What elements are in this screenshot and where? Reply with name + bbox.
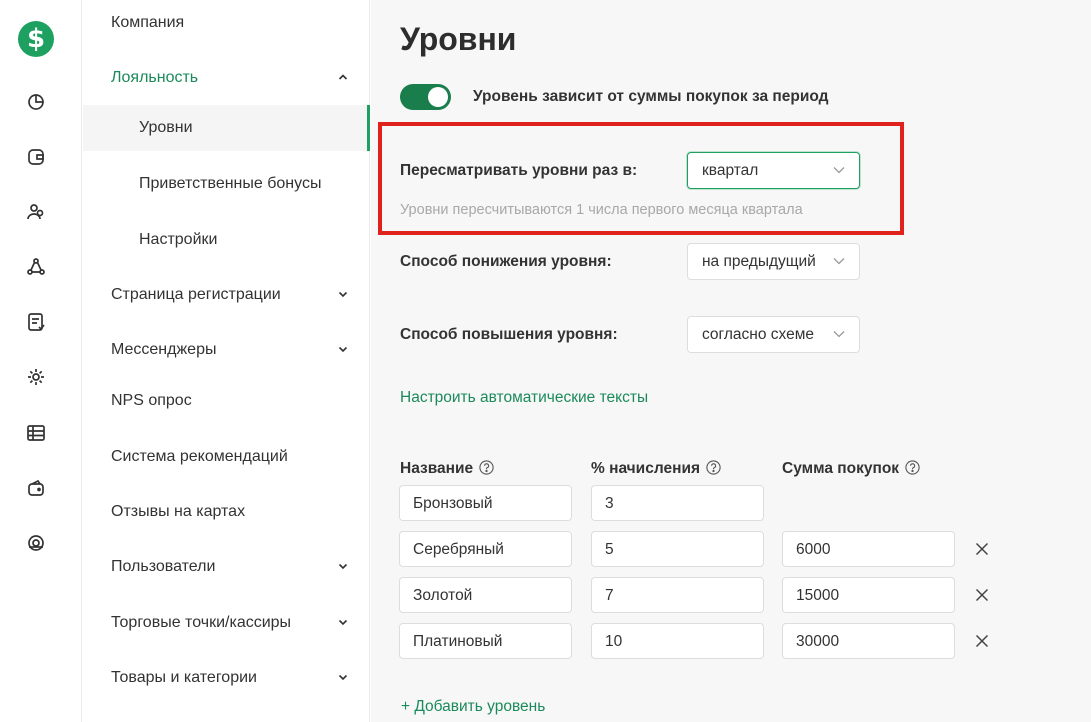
help-icon[interactable]: [706, 460, 721, 475]
chevron-down-icon: [338, 289, 348, 299]
period-toggle-label: Уровень зависит от суммы покупок за пери…: [473, 88, 829, 105]
sidebar-menu: Компания Лояльность Уровни Приветственны…: [83, 0, 370, 722]
level-name-input[interactable]: Бронзовый: [399, 485, 572, 521]
sidebar-item-referral-system[interactable]: Система рекомендаций: [83, 434, 370, 480]
level-name-input[interactable]: Серебряный: [399, 531, 572, 567]
main-content: Уровни Уровень зависит от суммы покупок …: [371, 0, 1091, 722]
column-header-sum: Сумма покупок: [782, 460, 920, 478]
sidebar-item-label: Система рекомендаций: [111, 448, 288, 465]
sidebar-item-label: Лояльность: [111, 69, 199, 86]
level-percent-input[interactable]: 7: [591, 577, 764, 613]
sidebar-item-levels[interactable]: Уровни: [83, 105, 370, 151]
sidebar-item-label: Уровни: [139, 119, 193, 136]
delete-level-icon[interactable]: [975, 588, 989, 602]
level-percent-input[interactable]: 5: [591, 531, 764, 567]
downgrade-method-label: Способ понижения уровня:: [400, 253, 612, 270]
upgrade-method-value: согласно схеме: [702, 326, 814, 343]
column-header-name: Название: [400, 460, 494, 478]
sidebar-item-label: Приветственные бонусы: [139, 175, 322, 192]
dashboard-icon[interactable]: [26, 92, 46, 112]
chevron-down-icon: [833, 166, 845, 174]
chevron-down-icon: [338, 617, 348, 627]
sidebar-item-stores-cashiers[interactable]: Торговые точки/кассиры: [83, 600, 370, 646]
logo-icon[interactable]: $: [18, 21, 54, 57]
sidebar-item-nps[interactable]: NPS опрос: [83, 378, 370, 424]
level-sum-input[interactable]: 6000: [782, 531, 955, 567]
upgrade-method-select[interactable]: согласно схеме: [687, 316, 860, 353]
chevron-down-icon: [338, 561, 348, 571]
sidebar-item-map-reviews[interactable]: Отзывы на картах: [83, 489, 370, 535]
sidebar-item-products-categories[interactable]: Товары и категории: [83, 655, 370, 701]
review-period-label: Пересматривать уровни раз в:: [400, 162, 638, 179]
sidebar-item-settings[interactable]: Настройки: [83, 217, 370, 263]
support-icon[interactable]: [26, 533, 46, 553]
level-percent-input[interactable]: 10: [591, 623, 764, 659]
sidebar-item-label: NPS опрос: [111, 392, 192, 409]
level-name-input[interactable]: Золотой: [399, 577, 572, 613]
sidebar-item-label: Мессенджеры: [111, 341, 217, 358]
delete-level-icon[interactable]: [975, 542, 989, 556]
users-icon[interactable]: [26, 202, 46, 222]
level-percent-input[interactable]: 3: [591, 485, 764, 521]
help-icon[interactable]: [479, 460, 494, 475]
level-sum-input[interactable]: 15000: [782, 577, 955, 613]
chevron-down-icon: [833, 330, 845, 338]
chevron-down-icon: [338, 672, 348, 682]
sidebar-item-label: Отзывы на картах: [111, 503, 246, 520]
upgrade-method-label: Способ повышения уровня:: [400, 326, 618, 343]
sidebar-item-label: Страница регистрации: [111, 286, 281, 303]
review-period-select[interactable]: квартал: [687, 152, 860, 189]
icon-rail: $: [0, 0, 82, 722]
downgrade-method-value: на предыдущий: [702, 253, 816, 270]
sidebar-item-label: Пользователи: [111, 558, 216, 575]
network-icon[interactable]: [26, 257, 46, 277]
add-level-button[interactable]: + Добавить уровень: [401, 698, 545, 716]
table-icon[interactable]: [26, 423, 46, 443]
page-title: Уровни: [400, 21, 517, 57]
sidebar-item-label: Компания: [111, 14, 185, 31]
help-icon[interactable]: [905, 460, 920, 475]
chevron-down-icon: [338, 344, 348, 354]
sidebar-item-messengers[interactable]: Мессенджеры: [83, 327, 370, 373]
sidebar-item-welcome-bonuses[interactable]: Приветственные бонусы: [83, 161, 370, 207]
delete-level-icon[interactable]: [975, 634, 989, 648]
review-period-hint: Уровни пересчитываются 1 числа первого м…: [400, 202, 803, 218]
wallet-card-icon[interactable]: [26, 478, 46, 498]
document-icon[interactable]: [26, 312, 46, 332]
auto-texts-link[interactable]: Настроить автоматические тексты: [400, 389, 648, 407]
downgrade-method-select[interactable]: на предыдущий: [687, 243, 860, 280]
sidebar-item-label: Торговые точки/кассиры: [111, 614, 292, 631]
settings-icon[interactable]: [26, 367, 46, 387]
level-sum-input[interactable]: 30000: [782, 623, 955, 659]
sidebar-item-users[interactable]: Пользователи: [83, 544, 370, 590]
review-period-value: квартал: [702, 162, 759, 179]
toggle-knob: [428, 87, 448, 107]
sidebar-item-loyalty[interactable]: Лояльность: [83, 55, 370, 101]
wallet-icon[interactable]: [26, 147, 46, 167]
sidebar-item-label: Товары и категории: [111, 669, 257, 686]
level-name-input[interactable]: Платиновый: [399, 623, 572, 659]
chevron-up-icon: [338, 72, 348, 82]
period-toggle[interactable]: [400, 84, 451, 110]
sidebar-item-registration-page[interactable]: Страница регистрации: [83, 272, 370, 318]
column-header-percent: % начисления: [591, 460, 721, 478]
chevron-down-icon: [833, 257, 845, 265]
sidebar-item-company[interactable]: Компания: [83, 0, 370, 46]
sidebar-item-label: Настройки: [139, 231, 218, 248]
